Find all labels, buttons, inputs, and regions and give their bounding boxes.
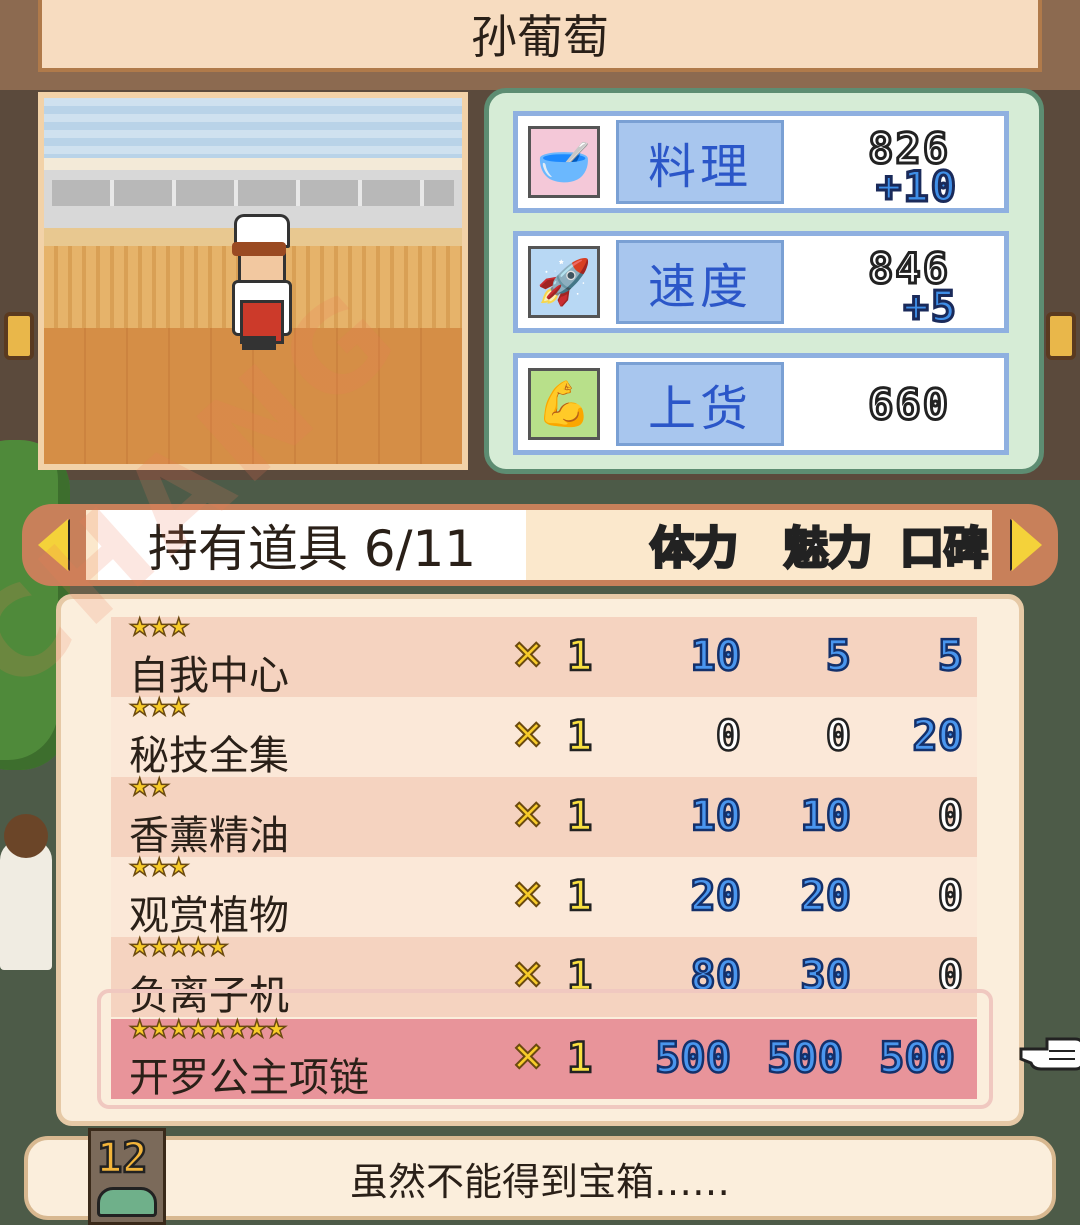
column-stamina: 体力 [649,522,740,576]
item-name: 开罗公主项链 [129,1055,369,1101]
item-reputation: 0 [936,870,964,922]
stat-label: 上货 [616,362,784,446]
day-counter: 12 [88,1128,166,1225]
item-row[interactable]: ★★★ 秘技全集 × 1 0 0 20 [111,692,977,779]
column-charm: 魅力 [783,522,874,576]
item-reputation: 20 [911,710,964,762]
character-name: 孙葡萄 [38,0,1042,72]
item-charm: 0 [824,710,852,762]
rarity-stars: ★★★★★ [128,932,229,962]
item-stamina: 0 [714,710,742,762]
wall-lamp-right [1046,312,1076,360]
stats-panel: 🥣 料理 826 +10 🚀 速度 846 +5 💪 上货 660 [484,88,1044,474]
item-row[interactable]: ★★ 香薰精油 × 1 10 10 0 [111,772,977,859]
arm-icon: 💪 [528,368,600,440]
rarity-stars: ★★ [128,772,171,802]
item-charm: 500 [766,1032,844,1084]
item-quantity: 1 [566,630,594,682]
day-number: 12 [96,1132,149,1184]
item-stamina: 10 [689,790,742,842]
item-charm: 5 [824,630,852,682]
rarity-stars: ★★★ [128,612,190,642]
rarity-stars: ★★★ [128,692,190,722]
stat-bonus: +10 [875,161,958,213]
item-row-selected[interactable]: ★★★★★★★★ 开罗公主项链 × 1 500 500 500 [111,1014,1080,1101]
item-list: ★★★ 自我中心 × 1 10 5 5 ★★★ 秘技全集 × 1 0 0 20 … [56,594,1080,1126]
times-icon: × [510,630,545,678]
prev-page-icon[interactable] [38,519,68,571]
item-quantity: 1 [566,1032,594,1084]
rocket-icon: 🚀 [528,246,600,318]
scale-icon [97,1187,157,1217]
column-reputation: 口碑 [899,522,990,576]
item-quantity: 1 [566,710,594,762]
item-reputation: 500 [878,1032,956,1084]
item-reputation: 5 [936,630,964,682]
background-customer [0,814,52,970]
item-stamina: 500 [654,1032,732,1084]
message-box: 虽然不能得到宝箱…… [24,1136,1056,1220]
pointer-hand-icon [1019,1037,1080,1071]
rarity-stars: ★★★ [128,852,190,882]
stat-bonus: +5 [902,281,958,333]
bowl-icon: 🥣 [528,126,600,198]
items-title: 持有道具 6/11 [98,510,526,580]
item-stamina: 20 [689,870,742,922]
times-icon: × [510,870,545,918]
times-icon: × [510,790,545,838]
wall-lamp-left [4,312,34,360]
stat-row-cooking: 🥣 料理 826 +10 [513,111,1009,213]
stat-label: 速度 [616,240,784,324]
stat-row-speed: 🚀 速度 846 +5 [513,231,1009,333]
item-reputation: 0 [936,790,964,842]
stat-row-stocking: 💪 上货 660 [513,353,1009,455]
stat-value: 660 [867,379,950,431]
item-quantity: 1 [566,870,594,922]
item-charm: 20 [799,870,852,922]
items-header: 持有道具 6/11 体力 魅力 口碑 [22,504,1058,586]
next-page-icon[interactable] [1012,519,1042,571]
times-icon: × [510,710,545,758]
item-row[interactable]: ★★★ 自我中心 × 1 10 5 5 [111,612,977,699]
stat-label: 料理 [616,120,784,204]
times-icon: × [510,1032,545,1080]
item-charm: 10 [799,790,852,842]
character-preview [38,92,468,470]
chef-sprite [224,214,294,352]
item-stamina: 10 [689,630,742,682]
item-row[interactable]: ★★★ 观赏植物 × 1 20 20 0 [111,852,977,939]
item-quantity: 1 [566,790,594,842]
rarity-stars: ★★★★★★★★ [128,1014,288,1044]
